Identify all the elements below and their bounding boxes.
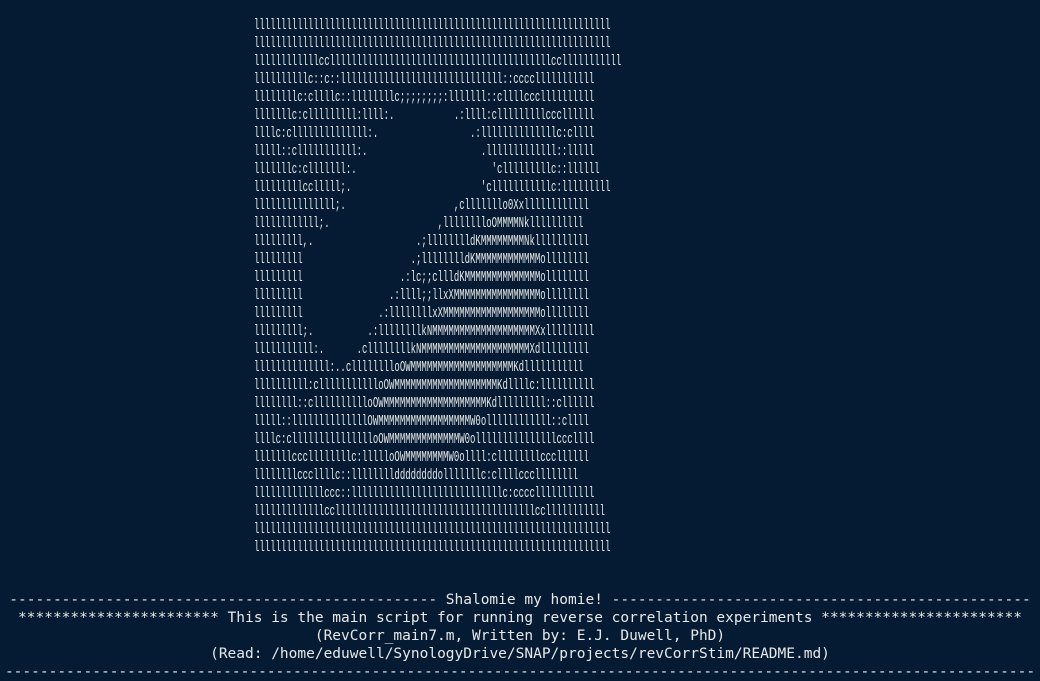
ascii-logo-line: lllllllll .;lllllllldKMMMMMMMMMMMMolllll… xyxy=(254,251,589,268)
ascii-logo-line: lllllllll .:lc;;cllldKMMMMMMMMMMMMMMolll… xyxy=(254,269,589,286)
ascii-logo-line: lllllllllllllll;. ,clllllllo0Xxlllllllll… xyxy=(254,197,589,214)
ascii-logo-line: lllll::clllllllllll:. .lllllllllllll::ll… xyxy=(254,143,595,160)
ascii-logo-line: llllllllllllllllllllllllllllllllllllllll… xyxy=(254,17,611,34)
ascii-logo-line: lllllllllllllccc::llllllllllllllllllllll… xyxy=(254,485,595,502)
ascii-logo-line: llllllllllllllllllllllllllllllllllllllll… xyxy=(254,35,611,52)
ascii-logo-line: llllllllllllllllllllllllllllllllllllllll… xyxy=(254,539,611,556)
ascii-logo-line: lllllllc:clllllllll:llll:. .:llll:clllll… xyxy=(254,107,595,124)
ascii-logo-line: lllllllllll:. .cllllllllkNMMMMMMMMMMMMMM… xyxy=(254,341,589,358)
ascii-logo-line: lllllllll .:llll;;llxXMMMMMMMMMMMMMMMMol… xyxy=(254,287,589,304)
ascii-logo-line: llllc:cllllllllllllll:. .:llllllllllllll… xyxy=(254,125,595,142)
ascii-logo-line: lllllllc:clllllll:. 'clllllllllc::llllll xyxy=(254,161,600,178)
ascii-logo-line: llllllllllc::c::llllllllllllllllllllllll… xyxy=(254,71,595,88)
banner: ----------------------------------------… xyxy=(0,591,1040,681)
ascii-logo-line: llllllllll:cllllllllllloOWMMMMMMMMMMMMMM… xyxy=(254,377,595,394)
main-description-line: *********************** This is the main… xyxy=(18,610,1022,626)
ascii-logo-line: llllllllllll;. ,lllllllloOMMMMNkllllllll… xyxy=(254,215,584,232)
ascii-logo-line: llllllll::clllllllllloOWMMMMMMMMMMMMMMMM… xyxy=(254,395,595,412)
ascii-logo-line: lllllllll;. .:llllllllkNMMMMMMMMMMMMMMMM… xyxy=(254,323,595,340)
ascii-logo-line: llllc:cllllllllllllllloOWMMMMMMMMMMMMMW0… xyxy=(254,431,595,448)
ascii-logo-line: lllllllll,. .;lllllllldKMMMMMMMMNkllllll… xyxy=(254,233,589,250)
ascii-logo-line: lllllllcccllllllllc:llllloOWMMMMMMMMW0ol… xyxy=(254,449,589,466)
ascii-logo-line: llllllllllllllllllllllllllllllllllllllll… xyxy=(254,521,611,538)
ascii-logo-line: lllllllll .:llllllllxXMMMMMMMMMMMMMMMMMM… xyxy=(254,305,589,322)
credit-line: (RevCorr_main7.m, Written by: E.J. Duwel… xyxy=(314,628,726,644)
bottom-rule: ----------------------------------------… xyxy=(4,664,1036,680)
ascii-logo-line: llllllllllllccllllllllllllllllllllllllll… xyxy=(254,53,622,70)
ascii-logo-line: lllll::llllllllllllllOWMMMMMMMMMMMMMMMMM… xyxy=(254,413,589,430)
ascii-logo: llllllllllllllllllllllllllllllllllllllll… xyxy=(254,17,621,557)
ascii-logo-line: llllllllllllll:..clllllllloOWMMMMMMMMMMM… xyxy=(254,359,584,376)
greeting-line: ----------------------------------------… xyxy=(9,592,1031,608)
terminal-window[interactable]: llllllllllllllllllllllllllllllllllllllll… xyxy=(0,0,1040,681)
readme-path-line: (Read: /home/eduwell/SynologyDrive/SNAP/… xyxy=(210,646,830,662)
ascii-logo-line: llllllllc:cllllc::llllllllc;;;;;;;;:llll… xyxy=(254,89,595,106)
ascii-logo-line: lllllllllcclllll;. 'clllllllllllc:llllll… xyxy=(254,179,611,196)
ascii-logo-line: lllllllllllllcclllllllllllllllllllllllll… xyxy=(254,503,606,520)
ascii-logo-line: llllllllcccllllc::llllllllddddddddolllll… xyxy=(254,467,579,484)
